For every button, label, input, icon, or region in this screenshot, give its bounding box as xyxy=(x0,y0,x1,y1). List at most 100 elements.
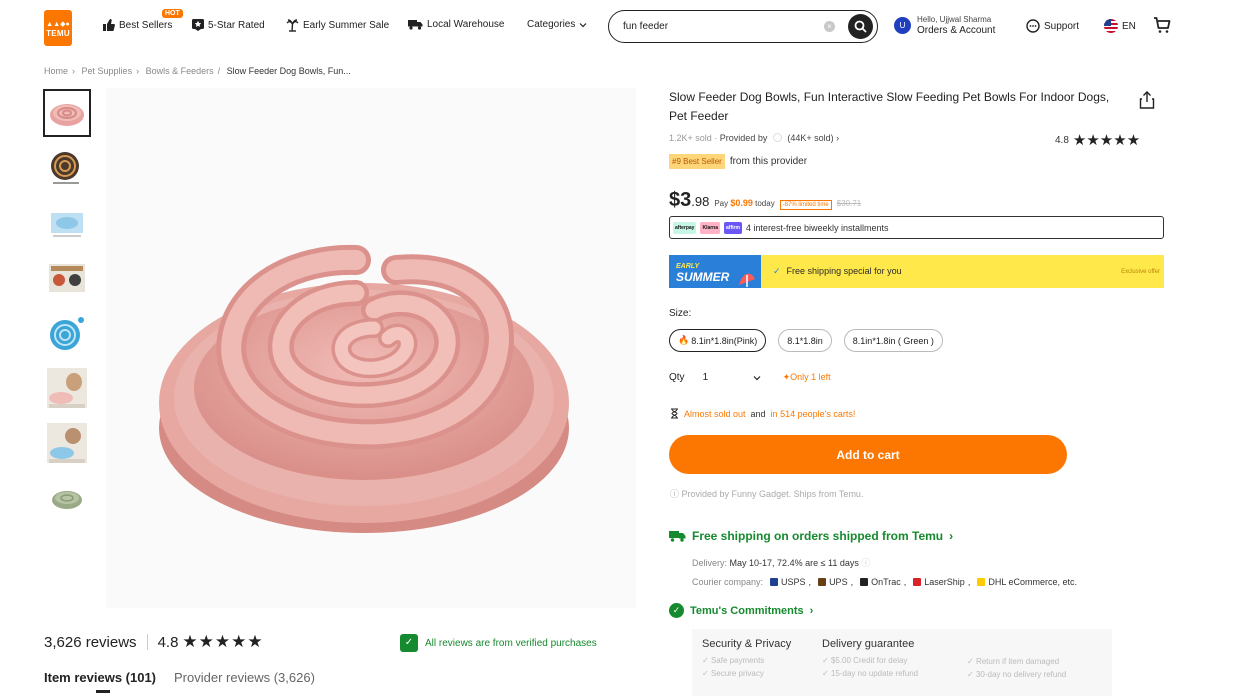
temu-commitments-link[interactable]: ✓ Temu's Commitments › xyxy=(669,603,813,618)
tab-provider-reviews[interactable]: Provider reviews (3,626) xyxy=(174,670,315,685)
best-seller-text: from this provider xyxy=(729,156,808,167)
account-greeting: Hello, Ujjwal Sharma xyxy=(917,15,992,24)
thumbnail-7[interactable] xyxy=(43,419,91,467)
qty-value: 1 xyxy=(702,372,709,383)
pay-today: Pay $0.99 today xyxy=(714,198,775,208)
thumbnail-1[interactable] xyxy=(43,89,91,137)
cart-icon xyxy=(1154,17,1171,33)
reviews-count[interactable]: 3,626 reviews xyxy=(44,634,137,651)
account-menu[interactable]: U Hello, Ujjwal Sharma Orders & Account xyxy=(894,14,995,36)
share-icon xyxy=(1139,91,1155,109)
share-button[interactable] xyxy=(1139,91,1155,112)
truck-icon xyxy=(408,20,423,30)
verified-reviews-notice: ✓ All reviews are from verified purchase… xyxy=(400,634,597,652)
thumbnail-5[interactable] xyxy=(43,309,91,357)
nav-label: Best Sellers xyxy=(119,19,173,31)
shield-check-icon: ✓ xyxy=(669,603,684,618)
nav-label: Local Warehouse xyxy=(427,19,505,30)
original-price: $30.71 xyxy=(836,199,862,208)
nav-label: 5-Star Rated xyxy=(208,19,265,31)
nav-best-sellers[interactable]: Best Sellers xyxy=(102,19,172,31)
klarna-logo: Klarna xyxy=(700,221,721,234)
thumbnail-6[interactable] xyxy=(43,364,91,412)
delivery-guarantee-column: Delivery guarantee ✓ $5.00 Credit for de… xyxy=(822,638,919,678)
ups-icon xyxy=(818,578,827,586)
lasership-icon xyxy=(913,578,922,586)
palm-tree-icon xyxy=(286,19,299,32)
nav-five-star[interactable]: 5-Star Rated xyxy=(192,19,265,31)
installments-text: 4 interest-free biweekly installments xyxy=(745,222,889,233)
thumbnail-4[interactable] xyxy=(43,254,91,302)
rating-stars: ★★★★★ xyxy=(1072,132,1141,149)
affirm-logo: affirm xyxy=(724,221,742,234)
fire-icon: ✦ xyxy=(782,372,791,382)
size-option-green[interactable]: 8.1in*1.8in ( Green ) xyxy=(843,329,943,352)
avatar: U xyxy=(894,16,911,34)
account-orders-label: Orders & Account xyxy=(917,25,996,36)
size-options: 🔥 8.1in*1.8in(Pink) 8.1*1.8in 8.1in*1.8in… xyxy=(669,329,943,352)
temu-logo[interactable]: ▲▲◆● TEMU xyxy=(44,10,72,46)
quantity-select[interactable]: 1 xyxy=(703,372,765,383)
delivery-guarantee-column-2: ✓ Return if item damaged ✓ 30-day no del… xyxy=(967,657,1067,679)
thumbnail-3[interactable] xyxy=(43,199,91,247)
tab-item-reviews[interactable]: Item reviews (101) xyxy=(44,670,156,693)
thumbnail-list xyxy=(43,89,93,529)
size-option-pink[interactable]: 🔥 8.1in*1.8in(Pink) xyxy=(669,329,767,352)
logo-mark: ▲▲◆● xyxy=(46,21,70,28)
banner-exclusive: Exclusive offer xyxy=(1121,268,1160,275)
early-summer-logo: EARLY SUMMER xyxy=(669,255,761,288)
delivery-info: Delivery: May 10-17, 72.4% are ≤ 11 days… xyxy=(692,558,871,568)
best-seller-tag: #9 Best Seller xyxy=(669,154,725,169)
clear-icon[interactable]: × xyxy=(824,21,835,32)
size-label: Size: xyxy=(669,308,692,319)
search-bar[interactable]: fun feeder × xyxy=(608,10,878,43)
carts-note: Almost sold out and in 514 people's cart… xyxy=(670,408,855,419)
flame-icon: 🔥 xyxy=(678,335,690,345)
breadcrumb-pet-supplies[interactable]: Pet Supplies xyxy=(82,66,133,76)
reviews-rating: 4.8 xyxy=(157,633,179,651)
nav-categories[interactable]: Categories xyxy=(527,19,587,30)
cart-button[interactable] xyxy=(1153,16,1171,37)
nav-early-summer-sale[interactable]: Early Summer Sale xyxy=(286,19,389,32)
pink-spiral-bowl-image xyxy=(159,244,569,533)
free-shipping-link[interactable]: Free shipping on orders shipped from Tem… xyxy=(669,529,953,543)
best-seller-badge: #9 Best Seller from this provider xyxy=(669,154,807,169)
thumbnail-2[interactable] xyxy=(43,144,91,192)
breadcrumb-bowls-feeders[interactable]: Bowls & Feeders xyxy=(146,66,214,76)
breadcrumb-current: Slow Feeder Dog Bowls, Fun... xyxy=(226,66,351,76)
search-input[interactable]: fun feeder xyxy=(623,21,668,32)
product-rating[interactable]: 4.8 ★★★★★ xyxy=(1055,131,1140,149)
us-flag-icon xyxy=(1104,19,1118,33)
add-to-cart-button[interactable]: Add to cart xyxy=(669,435,1067,474)
provided-note: ⓘ Provided by Funny Gadget. Ships from T… xyxy=(670,489,864,499)
hourglass-icon xyxy=(671,408,678,419)
early-summer-banner[interactable]: EARLY SUMMER ✓ Free shipping special for … xyxy=(669,255,1164,288)
installments-box[interactable]: afterpay Klarna affirm 4 interest-free b… xyxy=(669,216,1164,239)
breadcrumb: Home › Pet Supplies › Bowls & Feeders / Slo… xyxy=(44,66,351,76)
sold-count: 1.2K+ sold xyxy=(669,133,712,143)
afterpay-logo: afterpay xyxy=(673,221,697,234)
discount-badge: -87% limited time xyxy=(779,200,832,210)
product-main-image[interactable] xyxy=(106,88,636,608)
provider-sold-link[interactable]: (44K+ sold) xyxy=(787,133,833,143)
thumbnail-8[interactable] xyxy=(43,474,91,522)
provider-avatar-icon xyxy=(772,133,782,142)
size-option-8-1x1-8[interactable]: 8.1*1.8in xyxy=(778,329,832,352)
nav-label: Early Summer Sale xyxy=(303,20,390,31)
support-link[interactable]: Support xyxy=(1026,19,1079,33)
nav-local-warehouse[interactable]: Local Warehouse xyxy=(408,19,504,30)
chat-bubble-icon xyxy=(1026,19,1040,33)
language-label: EN xyxy=(1122,20,1136,32)
language-selector[interactable]: EN xyxy=(1104,19,1136,33)
ontrac-icon xyxy=(860,578,869,586)
quantity-row: Qty 1 ✦Only 1 left xyxy=(669,372,831,383)
rating-value: 4.8 xyxy=(1055,134,1069,146)
review-tabs: Item reviews (101) Provider reviews (3,6… xyxy=(44,670,315,693)
product-title: Slow Feeder Dog Bowls, Fun Interactive S… xyxy=(669,90,1110,123)
search-icon xyxy=(854,20,867,33)
search-button[interactable] xyxy=(848,14,873,39)
reviews-summary: 3,626 reviews 4.8 ★★★★★ xyxy=(44,632,264,652)
breadcrumb-home[interactable]: Home xyxy=(44,66,68,76)
qty-label: Qty xyxy=(669,372,685,383)
banner-message: ✓ Free shipping special for you xyxy=(773,266,902,276)
